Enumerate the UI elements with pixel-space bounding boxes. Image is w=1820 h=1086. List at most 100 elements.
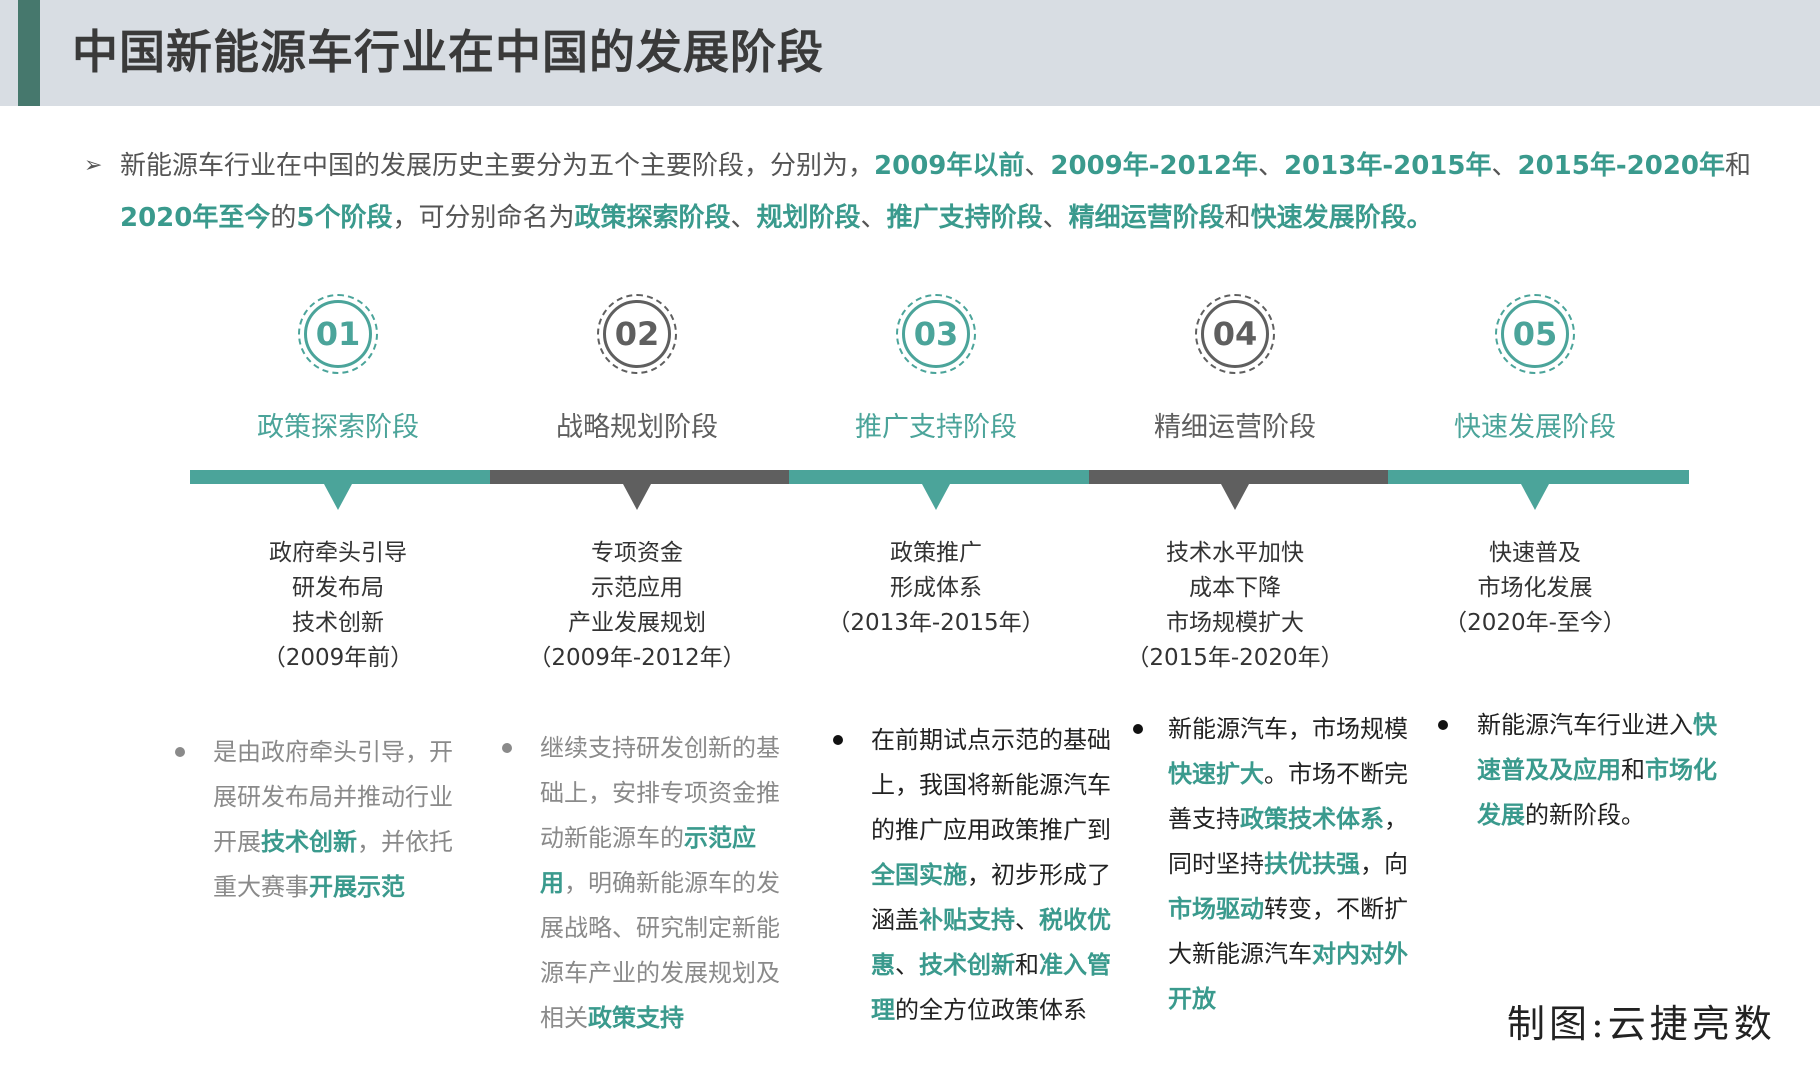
description-text: 、 — [1015, 906, 1039, 934]
intro-highlight: 规划阶段 — [756, 203, 861, 233]
stage-keyword: （2009年前） — [262, 645, 414, 671]
stage-keyword: 研发布局 — [292, 575, 384, 601]
description-text: 和 — [1621, 756, 1645, 784]
stage-keyword: 形成体系 — [890, 575, 982, 601]
stage-number-badge: 03 — [896, 294, 976, 374]
intro-segment: 、 — [1042, 203, 1069, 233]
stage-keyword: 市场化发展 — [1477, 575, 1593, 601]
description-highlight: 快速扩大 — [1168, 760, 1264, 788]
intro-segment: 、 — [860, 203, 887, 233]
description-text: 、 — [895, 951, 919, 979]
timeline-pointer — [324, 484, 352, 510]
intro-segment: 、 — [730, 203, 757, 233]
intro-highlight: 2013年-2015年 — [1283, 151, 1492, 181]
intro-segment: 、 — [1491, 151, 1518, 181]
page-title: 中国新能源车行业在中国的发展阶段 — [72, 25, 824, 79]
arrow-bullet-icon: ➢ — [84, 153, 103, 178]
description-text: 和 — [1015, 951, 1039, 979]
intro-highlight: 2020年至今 — [120, 203, 271, 233]
stage-keyword: 政策推广 — [890, 540, 982, 566]
intro-segment: 、 — [1257, 151, 1284, 181]
description-highlight: 补贴支持 — [919, 906, 1015, 934]
header-accent-bar — [18, 0, 40, 106]
stage-number-badge: 02 — [597, 294, 677, 374]
stage-keyword: （2015年-2020年） — [1126, 645, 1344, 671]
description-highlight: 全国实施 — [871, 861, 967, 889]
intro-highlight: 2009年-2012年 — [1050, 151, 1258, 181]
timeline-pointer — [1521, 484, 1549, 510]
bullet-dot-icon — [175, 747, 185, 757]
timeline-segment — [1088, 470, 1389, 484]
bullet-dot-icon — [833, 735, 843, 745]
timeline-pointer — [623, 484, 651, 510]
timeline-pointer — [1221, 484, 1249, 510]
intro-segment: ，可分别命名为 — [392, 203, 575, 233]
intro-text: 新能源车行业在中国的发展历史主要分为五个主要阶段，分别为，2009年以前、200… — [120, 140, 1774, 244]
timeline-segment — [489, 470, 790, 484]
stage-number-badge: 05 — [1495, 294, 1575, 374]
intro-highlight: 精细运营阶段 — [1068, 203, 1225, 233]
stage-name: 战略规划阶段 — [556, 412, 718, 443]
bullet-dot-icon — [1133, 724, 1143, 734]
stage-keywords: 政府牵头引导 研发布局技术创新 （2009年前） — [188, 536, 488, 676]
description-text: 的全方位政策体系 — [895, 996, 1087, 1024]
description-text: 的新阶段。 — [1525, 801, 1645, 829]
stage-keyword: （2013年-2015年） — [827, 610, 1045, 636]
intro-highlight: 2015年-2020年 — [1517, 151, 1726, 181]
stage-keyword: 成本下降 — [1189, 575, 1281, 601]
stage-number-badge: 01 — [298, 294, 378, 374]
description-text: 新能源汽车，市场规模 — [1168, 715, 1408, 743]
stage-name: 政策探索阶段 — [257, 412, 419, 443]
stage-keywords: 技术水平加快 成本下降市场规模扩大 （2015年-2020年） — [1085, 536, 1385, 676]
intro-highlight: 5个阶段 — [296, 203, 393, 233]
stage-keyword: （2009年-2012年） — [528, 645, 746, 671]
stage-keyword: 专项资金 — [591, 540, 683, 566]
stage-keyword: 产业发展规划 — [568, 610, 706, 636]
stage-keywords: 专项资金示范应用产业发展规划 （2009年-2012年） — [487, 536, 787, 676]
stage-description: 继续支持研发创新的基础上，安排专项资金推动新能源车的示范应用，明确新能源车的发展… — [540, 726, 802, 1041]
stage-keyword: 示范应用 — [591, 575, 683, 601]
credit-text: 制图:云捷亮数 — [1507, 1002, 1776, 1046]
stage-keyword: 技术创新 — [292, 610, 384, 636]
intro-segment: 的 — [270, 203, 297, 233]
stage-keyword: 技术水平加快 — [1166, 540, 1304, 566]
header-banner: 中国新能源车行业在中国的发展阶段 — [0, 0, 1820, 106]
timeline-pointer — [922, 484, 950, 510]
bullet-dot-icon — [1438, 720, 1448, 730]
timeline-segment — [789, 470, 1090, 484]
intro-segment: 、 — [1024, 151, 1051, 181]
stage-keyword: 快速普及 — [1489, 540, 1581, 566]
stage-name: 快速发展阶段 — [1454, 412, 1616, 443]
stage-description: 是由政府牵头引导，开展研发布局并推动行业开展技术创新，并依托重大赛事开展示范 — [213, 730, 475, 910]
intro-paragraph: ➢ 新能源车行业在中国的发展历史主要分为五个主要阶段，分别为，2009年以前、2… — [84, 140, 1774, 244]
bullet-dot-icon — [502, 743, 512, 753]
description-highlight: 政策支持 — [588, 1004, 684, 1032]
intro-highlight: 推广支持阶段 — [886, 203, 1043, 233]
description-highlight: 技术创新 — [261, 828, 357, 856]
description-text: 新能源汽车行业进入 — [1477, 711, 1693, 739]
description-highlight: 开展示范 — [309, 873, 405, 901]
timeline-segment — [190, 470, 491, 484]
description-text: ，向 — [1360, 850, 1408, 878]
description-highlight: 市场驱动 — [1168, 895, 1264, 923]
intro-highlight: 2009年以前 — [874, 151, 1025, 181]
stage-keywords: 快速普及市场化发展 （2020年-至今） — [1385, 536, 1685, 641]
description-highlight: 技术创新 — [919, 951, 1015, 979]
description-highlight: 政策技术体系 — [1240, 805, 1384, 833]
stage-keyword: （2020年-至今） — [1444, 610, 1626, 636]
timeline-segment — [1388, 470, 1689, 484]
stage-description: 新能源汽车行业进入快速普及及应用和市场化发展的新阶段。 — [1477, 703, 1739, 838]
intro-segment: 和 — [1224, 203, 1251, 233]
stage-keyword: 政府牵头引导 — [269, 540, 407, 566]
stage-number-badge: 04 — [1195, 294, 1275, 374]
intro-segment: 和 — [1725, 151, 1752, 181]
intro-highlight: 政策探索阶段 — [574, 203, 731, 233]
stage-name: 推广支持阶段 — [855, 412, 1017, 443]
stage-name: 精细运营阶段 — [1154, 412, 1316, 443]
description-text: 在前期试点示范的基础上，我国将新能源汽车的推广应用政策推广到 — [871, 726, 1111, 844]
intro-highlight: 快速发展阶段。 — [1250, 203, 1433, 233]
stage-description: 新能源汽车，市场规模快速扩大。市场不断完善支持政策技术体系，同时坚持扶优扶强，向… — [1168, 707, 1430, 1022]
stage-description: 在前期试点示范的基础上，我国将新能源汽车的推广应用政策推广到全国实施，初步形成了… — [871, 718, 1133, 1033]
description-highlight: 扶优扶强 — [1264, 850, 1360, 878]
stage-keyword: 市场规模扩大 — [1166, 610, 1304, 636]
